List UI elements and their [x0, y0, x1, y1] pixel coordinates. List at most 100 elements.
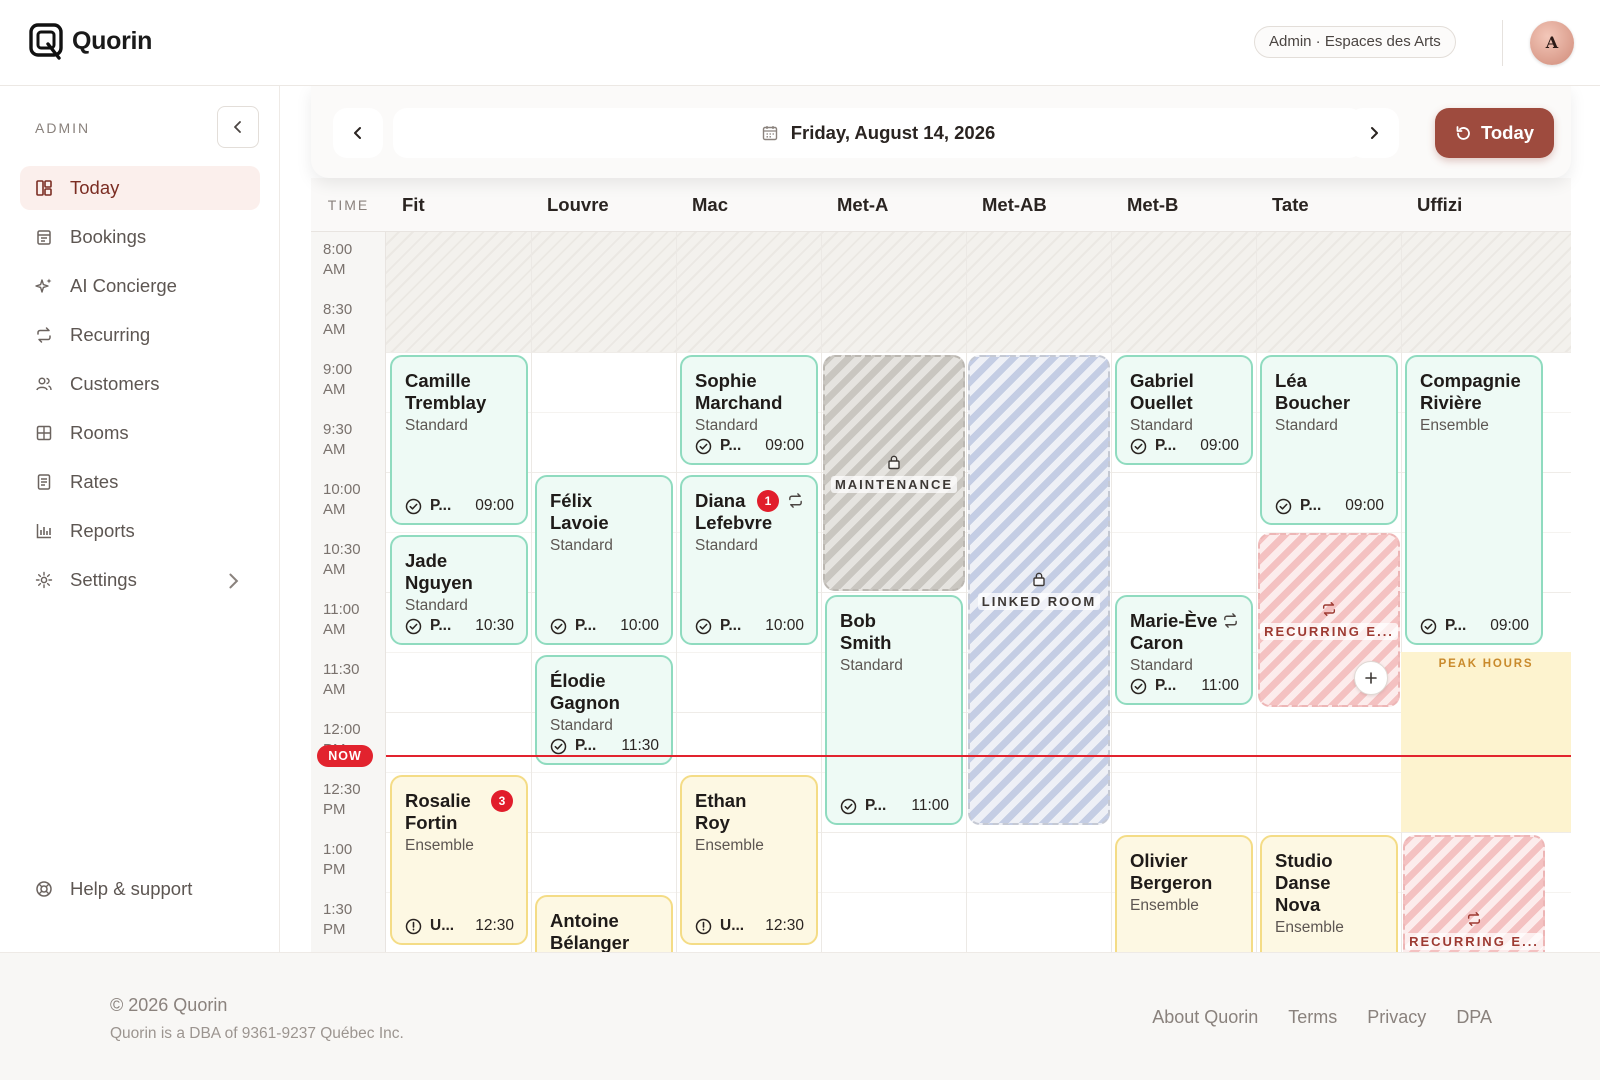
- booking-name: Élodie Gagnon: [550, 670, 620, 713]
- check-circle-icon: [550, 618, 567, 634]
- footer-link-terms[interactable]: Terms: [1288, 1007, 1337, 1028]
- booking-type: Standard: [405, 597, 468, 614]
- sidebar-item-recurring[interactable]: Recurring: [20, 313, 260, 357]
- column-divider: [676, 232, 677, 952]
- booking-name: Camille Tremblay: [405, 370, 487, 413]
- peak-hours-label: PEAK HOURS: [1438, 658, 1534, 670]
- sidebar-item-label: Customers: [70, 373, 160, 394]
- booking-card[interactable]: Élodie Gagnon Standard P... 11:30: [535, 655, 673, 765]
- previous-day-button[interactable]: [333, 108, 383, 158]
- recurring-label: RECURRING E...: [1260, 622, 1398, 640]
- time-label: 1:30 PM: [323, 901, 353, 938]
- booking-status: U...: [430, 917, 455, 934]
- room-header-fit[interactable]: Fit: [402, 178, 425, 232]
- footer-link-about[interactable]: About Quorin: [1152, 1007, 1258, 1028]
- today-button[interactable]: Today: [1435, 108, 1554, 158]
- booking-status: P...: [865, 797, 887, 814]
- time-column-header: TIME: [327, 197, 370, 213]
- booking-footer: P... 09:00: [1420, 617, 1529, 635]
- booking-name: Jade Nguyen: [405, 550, 473, 593]
- footer-link-privacy[interactable]: Privacy: [1367, 1007, 1426, 1028]
- next-day-button[interactable]: [1349, 108, 1399, 158]
- booking-card[interactable]: Jade Nguyen Standard P... 10:30: [390, 535, 528, 645]
- room-header-uffizi[interactable]: Uffizi: [1417, 178, 1462, 232]
- booking-card[interactable]: Camille Tremblay Standard P... 09:00: [390, 355, 528, 525]
- time-label: 1:00 PM: [323, 841, 353, 878]
- sidebar-item-settings[interactable]: Settings: [20, 558, 260, 602]
- sidebar-item-bookings[interactable]: Bookings: [20, 215, 260, 259]
- check-circle-icon: [405, 498, 422, 514]
- sidebar-item-label: AI Concierge: [70, 275, 177, 296]
- booking-card[interactable]: Ethan Roy Ensemble U... 12:30: [680, 775, 818, 945]
- room-header-met-ab[interactable]: Met-AB: [982, 178, 1047, 232]
- booking-time: 12:30: [765, 917, 804, 934]
- booking-card[interactable]: Léa Boucher Standard P... 09:00: [1260, 355, 1398, 525]
- avatar[interactable]: A: [1530, 21, 1574, 65]
- app-logo[interactable]: Quorin: [28, 22, 152, 60]
- booking-card[interactable]: Diana Lefebvre 1 Standard P... 10:00: [680, 475, 818, 645]
- booking-card[interactable]: Bob Smith Standard P... 11:00: [825, 595, 963, 825]
- maintenance-block[interactable]: MAINTENANCE: [823, 355, 965, 591]
- booking-time: 09:00: [1200, 437, 1239, 454]
- sidebar-item-reports[interactable]: Reports: [20, 509, 260, 553]
- booking-name: Bob Smith: [840, 610, 892, 653]
- booking-status: U...: [720, 917, 745, 934]
- booking-time: 11:00: [911, 797, 949, 814]
- room-header-met-a[interactable]: Met-A: [837, 178, 888, 232]
- calendar-icon: [762, 126, 777, 141]
- clock-icon: [695, 918, 712, 934]
- quorin-logo-icon: [29, 23, 63, 60]
- sidebar-item-rooms[interactable]: Rooms: [20, 411, 260, 455]
- footer-link-dpa[interactable]: DPA: [1456, 1007, 1492, 1028]
- booking-name: Sophie Marchand: [695, 370, 783, 413]
- booking-status: P...: [1300, 497, 1322, 514]
- time-label: 10:00 AM: [323, 481, 361, 518]
- help-label: Help & support: [70, 878, 193, 899]
- booking-footer: P... 09:00: [405, 497, 514, 515]
- booking-name: Félix Lavoie: [550, 490, 609, 533]
- hour-gridline: [386, 832, 1571, 833]
- sidebar-item-today[interactable]: Today: [20, 166, 260, 210]
- room-header-louvre[interactable]: Louvre: [547, 178, 609, 232]
- booking-time: 09:00: [475, 497, 514, 514]
- gear-icon: [35, 571, 53, 589]
- room-header-met-b[interactable]: Met-B: [1127, 178, 1178, 232]
- room-header-mac[interactable]: Mac: [692, 178, 728, 232]
- booking-card[interactable]: Marie-Ève Caron Standard P... 11:00: [1115, 595, 1253, 705]
- booking-time: 09:00: [1345, 497, 1384, 514]
- booking-card[interactable]: Gabriel Ouellet Standard P... 09:00: [1115, 355, 1253, 465]
- sidebar: ADMIN Today Bookings AI Concierge Recurr…: [0, 86, 280, 952]
- column-divider: [1256, 232, 1257, 952]
- booking-name: Olivier Bergeron: [1130, 850, 1213, 893]
- top-header: Quorin Admin · Espaces des Arts A: [0, 0, 1600, 86]
- peak-hours-zone: [1401, 652, 1571, 832]
- sidebar-item-ai-concierge[interactable]: AI Concierge: [20, 264, 260, 308]
- add-booking-button[interactable]: [1354, 661, 1388, 695]
- room-header-tate[interactable]: Tate: [1272, 178, 1309, 232]
- booking-name: Antoine Bélanger: [550, 910, 630, 952]
- date-picker[interactable]: Friday, August 14, 2026: [393, 108, 1363, 158]
- column-divider: [966, 232, 967, 952]
- booking-card[interactable]: Olivier Bergeron Ensemble: [1115, 835, 1253, 952]
- booking-card[interactable]: Rosalie Fortin 3 Ensemble U... 12:30: [390, 775, 528, 945]
- booking-type: Standard: [550, 537, 613, 554]
- booking-type: Standard: [695, 417, 758, 434]
- sidebar-item-customers[interactable]: Customers: [20, 362, 260, 406]
- sidebar-item-help[interactable]: Help & support: [20, 867, 260, 911]
- booking-card[interactable]: Félix Lavoie Standard P... 10:00: [535, 475, 673, 645]
- tenant-pill[interactable]: Admin · Espaces des Arts: [1254, 26, 1456, 58]
- booking-footer: P... 10:30: [405, 617, 514, 635]
- check-circle-icon: [1130, 438, 1147, 454]
- booking-footer: P... 09:00: [1275, 497, 1384, 515]
- repeat-icon: [1224, 613, 1237, 628]
- recurring-block[interactable]: RECURRING E...: [1258, 533, 1400, 707]
- booking-card[interactable]: Antoine Bélanger Ensemble: [535, 895, 673, 952]
- sidebar-item-label: Reports: [70, 520, 135, 541]
- copyright: © 2026 Quorin: [110, 995, 228, 1015]
- booking-card[interactable]: Studio Danse Nova Ensemble: [1260, 835, 1398, 952]
- recurring-block[interactable]: RECURRING E...: [1403, 835, 1545, 952]
- sidebar-item-rates[interactable]: Rates: [20, 460, 260, 504]
- collapse-sidebar-button[interactable]: [217, 106, 259, 148]
- booking-card[interactable]: Sophie Marchand Standard P... 09:00: [680, 355, 818, 465]
- booking-card[interactable]: Compagnie Rivière Ensemble P... 09:00: [1405, 355, 1543, 645]
